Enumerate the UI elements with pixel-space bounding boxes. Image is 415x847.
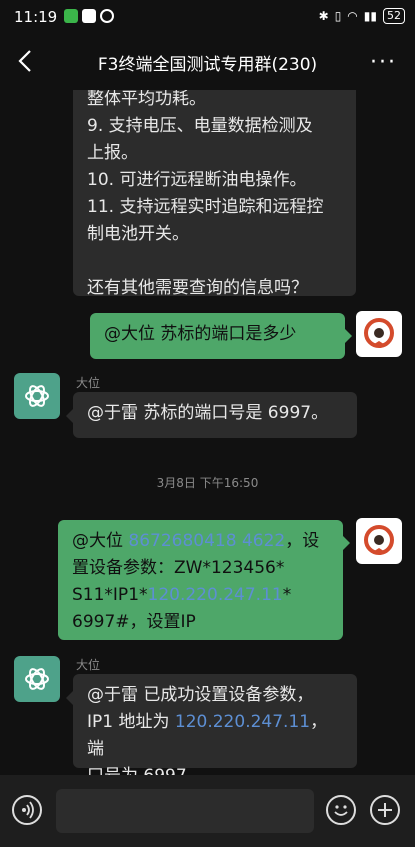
wifi-icon: ◠ [347,9,358,23]
message-line: 口号为 6997。 [87,763,343,775]
bubble-tail [66,691,73,705]
input-bar [0,775,415,847]
message-line: S11*IP1*120.220.247.11* [72,582,329,609]
message-text: ，设 [285,531,320,551]
ip-link[interactable]: 120.220.247.11 [148,585,283,605]
avatar[interactable] [14,373,60,419]
signal-icon: ▮▮ [363,9,377,23]
bluetooth-icon: ✱ [318,9,329,23]
message-line: @大位 8672680418 4622，设 [72,528,329,555]
message-bubble-outgoing[interactable]: @大位 8672680418 4622，设 置设备参数：ZW*123456* S… [58,520,343,640]
message-line: 整体平均功耗。 [87,90,206,109]
chatgpt-logo-icon [25,385,49,407]
message-input[interactable] [56,789,314,833]
message-line: IP1 地址为 120.220.247.11，端 [87,709,343,763]
avatar[interactable] [356,518,402,564]
message-line: 还有其他需要查询的信息吗？ [87,278,308,298]
vibrate-icon: ▯ [334,9,342,23]
message-text: @大位 苏标的端口是多少 [104,324,297,344]
message-line: 置设备参数：ZW*123456* [72,558,285,578]
message-text: @于雷 苏标的端口号是 6997。 [87,403,329,423]
bubble-tail [66,409,73,423]
message-bubble-incoming[interactable]: @于雷 已成功设置设备参数， IP1 地址为 120.220.247.11，端 … [73,674,357,775]
ip-link[interactable]: 120.220.247.11 [175,712,310,732]
bubble-tail [345,329,352,343]
message-line: 制电池开关。 [87,224,189,244]
message-text: * [282,585,292,605]
chatgpt-logo-icon [25,668,49,690]
message-bubble-incoming[interactable]: @于雷 苏标的端口号是 6997。 [73,392,357,438]
qq-icon [82,9,96,23]
plus-icon [378,803,392,817]
message-line: 6997#，设置IP [72,612,196,632]
chat-header: F3终端全国测试专用群(230) ··· [0,34,415,90]
voice-input-button[interactable] [12,795,42,825]
notification-icons [64,9,114,23]
message-line: 9. 支持电压、电量数据检测及 [87,116,313,136]
phone-link[interactable]: 8672680418 4622 [128,531,285,551]
message-text: S11*IP1* [72,585,148,605]
mention-text: @大位 [72,531,129,551]
message-text: IP1 地址为 [87,712,175,732]
more-functions-button[interactable] [370,795,400,825]
message-bubble-incoming[interactable]: 整体平均功耗。 9. 支持电压、电量数据检测及 上报。 10. 可进行远程断油电… [73,90,356,298]
message-line: 11. 支持远程实时追踪和远程控 [87,197,324,217]
user-avatar-icon [364,318,394,348]
timestamp: 3月8日 下午16:50 [156,476,259,490]
chat-title: F3终端全国测试专用群(230) [97,54,318,75]
voice-icon [22,801,34,819]
sender-name: 大位 [76,658,101,672]
message-bubble-outgoing[interactable]: @大位 苏标的端口是多少 [90,313,345,359]
message-list[interactable]: 整体平均功耗。 9. 支持电压、电量数据检测及 上报。 10. 可进行远程断油电… [0,90,415,775]
eye-icon [100,9,114,23]
status-time: 11:19 [14,8,58,26]
status-right: ✱ ▯ ◠ ▮▮ 52 [319,8,405,24]
message-line: @于雷 已成功设置设备参数， [87,685,314,705]
emoji-icon [334,805,348,816]
sender-name: 大位 [76,376,101,390]
status-bar: 11:19 ✱ ▯ ◠ ▮▮ 52 [0,0,415,34]
message-line: 10. 可进行远程断油电操作。 [87,170,307,190]
user-avatar-icon [364,525,394,555]
back-arrow-icon[interactable] [14,48,38,74]
wechat-icon [64,9,78,23]
message-line: 上报。 [87,143,138,163]
more-options-icon[interactable]: ··· [370,50,397,75]
battery-indicator: 52 [383,8,405,24]
avatar[interactable] [356,311,402,357]
avatar[interactable] [14,656,60,702]
emoji-button[interactable] [326,795,356,825]
bubble-tail [343,536,350,550]
